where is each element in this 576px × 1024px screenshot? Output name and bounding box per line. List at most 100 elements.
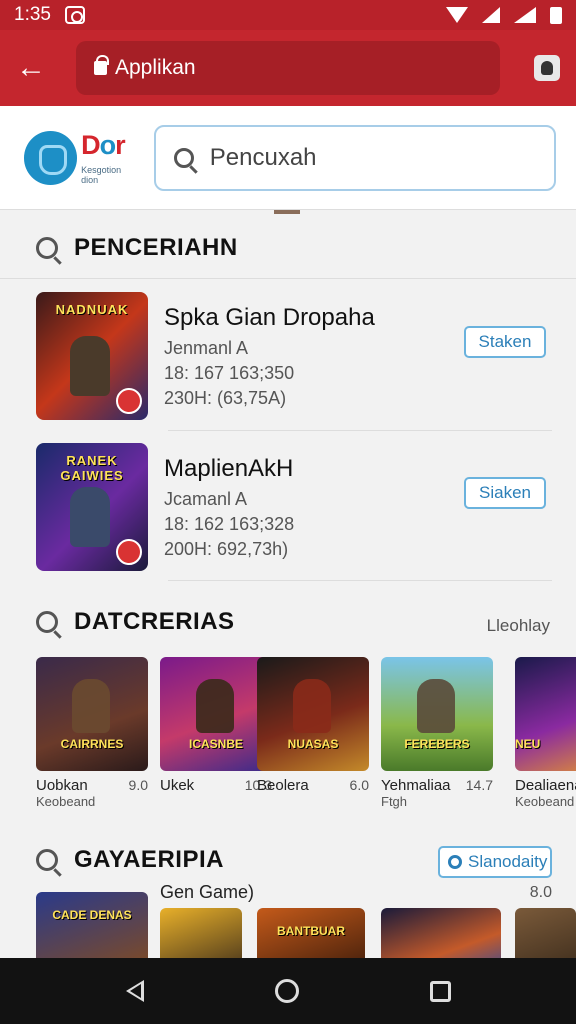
battery-icon: [550, 6, 562, 24]
tile-developer: Keobeand: [36, 794, 96, 809]
divider: [0, 278, 576, 279]
nav-recents-icon[interactable]: [429, 980, 451, 1002]
signal-strength-icon: [514, 7, 536, 23]
game-tile-image: NEU: [515, 657, 576, 771]
browser-toolbar: ← Applikan: [0, 30, 576, 106]
system-navigation-bar: [0, 958, 576, 1024]
site-header: Dor Kesgotion dion Pencuxah: [0, 106, 576, 210]
result-meta: 230H: (63,75A): [164, 388, 287, 408]
tile-image-title: ICASNBE: [188, 737, 243, 751]
tile-developer: Keobeand: [515, 794, 575, 809]
logo[interactable]: Dor Kesgotion dion: [81, 130, 140, 185]
list-item[interactable]: RANEK GAIWIES MaplienAkH Jcamanl A 18: 1…: [36, 443, 556, 573]
thumbnail-title: NADNUAK: [55, 302, 129, 317]
result-meta: 18: 167 163;350: [164, 363, 295, 383]
result-info: MaplienAkH Jcamanl A 18: 162 163;328 200…: [164, 455, 444, 573]
tile-name: Dealiaena: [515, 777, 576, 794]
age-rating-icon: [116, 539, 142, 565]
game-character-image: [417, 679, 455, 733]
tile-number: 6.0: [349, 777, 369, 793]
logo-subtitle: Kesgotion dion: [81, 165, 122, 185]
tile-name: Uobkan: [36, 777, 88, 794]
game-character-image: [70, 336, 110, 396]
game-tile-image: CAIRRNES: [36, 657, 148, 771]
tile-name-row: Dealiaena: [515, 777, 576, 794]
tile-name: Ukek: [160, 777, 195, 794]
tile-image-title: CAIRRNES: [60, 737, 124, 751]
result-name[interactable]: Spka Gian Dropaha: [164, 304, 444, 332]
game-character-image: [293, 679, 331, 733]
app-thumbnail[interactable]: RANEK GAIWIES: [36, 443, 148, 571]
url-bar[interactable]: Applikan: [76, 41, 500, 95]
search-icon: [36, 237, 58, 259]
section-subtitle: Gen Game): [160, 882, 255, 902]
tile-name: Yehmaliaa: [381, 777, 451, 794]
game-tile[interactable]: NUASAS Beolera 6.0: [257, 657, 369, 794]
game-tile[interactable]: CADE DENAS: [36, 892, 148, 962]
section-title-text: PENCERIAHN: [74, 234, 238, 261]
result-meta: 200H: 692,73h): [164, 539, 289, 559]
status-icons: [446, 6, 562, 24]
see-more-link[interactable]: Lleohlay: [487, 616, 550, 636]
divider: [168, 430, 552, 431]
game-character-image: [196, 679, 234, 733]
search-icon: [36, 849, 58, 871]
tile-name-row: Yehmaliaa 14.7: [381, 777, 493, 794]
tile-image-title: NUASAS: [287, 737, 339, 751]
filter-chip[interactable]: Slanodaity: [438, 846, 552, 878]
tile-image-title: FEREBERS: [404, 737, 470, 751]
result-name[interactable]: MaplienAkH: [164, 455, 444, 483]
section-title-categories: DATCRERIAS: [36, 608, 235, 636]
search-icon: [173, 147, 194, 168]
tile-image-title: BANTBUAR: [277, 924, 345, 938]
gear-icon: [448, 855, 462, 869]
game-tile[interactable]: FEREBERS Yehmaliaa 14.7 Ftgh: [381, 657, 493, 809]
section-title-gallery: GAYAERIPIA: [36, 846, 224, 874]
wifi-icon: [446, 7, 468, 23]
result-developer: Jenmanl A: [164, 338, 249, 358]
game-character-image: [70, 487, 110, 547]
nav-home-icon[interactable]: [274, 979, 299, 1003]
status-bar: 1:35: [0, 0, 576, 30]
lock-icon: [94, 55, 109, 75]
signal-icon: [482, 7, 500, 23]
extension-icon[interactable]: [534, 55, 560, 81]
divider: [168, 580, 552, 581]
nav-back-icon[interactable]: [125, 980, 144, 1002]
tile-number: 9.0: [128, 777, 148, 793]
install-button[interactable]: Staken: [464, 326, 546, 358]
tile-image-title: CADE DENAS: [52, 908, 132, 922]
search-input[interactable]: Pencuxah: [153, 124, 556, 191]
logo-icon[interactable]: [24, 130, 78, 185]
tile-image-title: NEU: [515, 737, 541, 751]
app-thumbnail[interactable]: NADNUAK: [36, 292, 148, 420]
notification-icon: [64, 6, 85, 24]
result-meta: 18: 162 163;328: [164, 514, 295, 534]
tile-developer: Ftgh: [381, 794, 408, 809]
back-arrow-icon[interactable]: ←: [16, 51, 56, 85]
section-title-search: PENCERIAHN: [36, 234, 238, 262]
section-title-text: GAYAERIPIA: [74, 846, 224, 873]
list-item[interactable]: NADNUAK Spka Gian Dropaha Jenmanl A 18: …: [36, 292, 556, 422]
tile-name-row: Ukek 10.3: [160, 777, 272, 794]
tile-name-row: Uobkan 9.0: [36, 777, 148, 794]
thumbnail-title: RANEK GAIWIES: [60, 453, 124, 483]
section-number: 8.0: [529, 884, 552, 901]
game-tile[interactable]: ICASNBE Ukek 10.3: [160, 657, 272, 794]
result-info: Spka Gian Dropaha Jenmanl A 18: 167 163;…: [164, 304, 444, 422]
url-text: Applikan: [115, 56, 196, 79]
status-time: 1:35: [14, 4, 51, 25]
age-rating-icon: [116, 388, 142, 414]
search-icon: [36, 611, 58, 633]
install-button[interactable]: Siaken: [464, 477, 546, 509]
filter-chip-label: Slanodaity: [468, 852, 548, 871]
game-character-image: [72, 679, 110, 733]
game-tile-image: NUASAS: [257, 657, 369, 771]
result-developer: Jcamanl A: [164, 489, 248, 509]
game-tile[interactable]: CAIRRNES Uobkan 9.0 Keobeand: [36, 657, 148, 809]
tile-name-row: Beolera 6.0: [257, 777, 369, 794]
tile-name: Beolera: [257, 777, 309, 794]
game-tile-image: FEREBERS: [381, 657, 493, 771]
game-tile[interactable]: NEU Dealiaena Keobeand: [515, 657, 576, 809]
section-title-text: DATCRERIAS: [74, 608, 235, 635]
